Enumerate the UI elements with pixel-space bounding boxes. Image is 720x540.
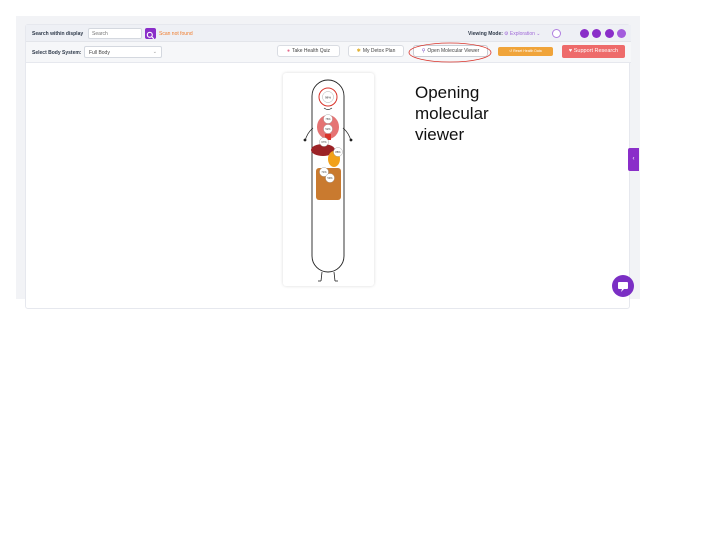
secondary-toolbar: Select Body System: Full Body ⌄ ● Take He… bbox=[26, 42, 631, 63]
viewing-mode-value: Exploration bbox=[509, 31, 535, 37]
organ-percent: 88% bbox=[335, 150, 341, 154]
annotation-line: Opening bbox=[415, 83, 480, 102]
detox-plan-label: My Detox Plan bbox=[362, 48, 396, 54]
quiz-icon: ● bbox=[286, 48, 290, 54]
more-icon[interactable] bbox=[617, 29, 626, 38]
take-quiz-button[interactable]: ● Take Health Quiz bbox=[277, 45, 340, 57]
body-system-value: Full Body bbox=[89, 50, 110, 56]
viewing-mode-label: Viewing Mode: bbox=[468, 31, 503, 37]
layers-icon[interactable] bbox=[552, 29, 561, 38]
brain-icon[interactable] bbox=[580, 29, 589, 38]
organ-percent: 59% bbox=[327, 176, 333, 180]
top-toolbar: Search within display Scan not found Vie… bbox=[26, 25, 631, 42]
support-research-button[interactable]: ♥ Support Research bbox=[562, 45, 625, 58]
viewing-mode-select[interactable]: ⚙ Exploration ⌄ bbox=[504, 31, 540, 37]
body-system-label: Select Body System: bbox=[32, 50, 82, 56]
organ-percent: 67% bbox=[321, 140, 327, 144]
chevron-left-icon: ‹ bbox=[632, 156, 635, 162]
chat-button[interactable] bbox=[612, 275, 634, 297]
chevron-down-icon: ⌄ bbox=[534, 31, 541, 37]
chat-icon bbox=[618, 282, 628, 292]
search-button[interactable] bbox=[145, 28, 156, 40]
link-icon[interactable] bbox=[605, 29, 614, 38]
organ-percent: 52% bbox=[325, 127, 331, 131]
support-research-label: Support Research bbox=[573, 48, 619, 54]
panel-frame: Search within display Scan not found Vie… bbox=[25, 24, 631, 309]
body-figure-card: 98% 76% 52% 67% 88% 71% 59% bbox=[283, 73, 374, 286]
annotation-line: viewer bbox=[415, 125, 465, 144]
body-system-select[interactable]: Full Body ⌄ bbox=[84, 46, 162, 58]
detox-plan-button[interactable]: ✱ My Detox Plan bbox=[348, 45, 404, 57]
search-input[interactable] bbox=[88, 28, 142, 39]
organ-percent: 76% bbox=[325, 117, 331, 121]
reset-health-data-label: Reset Health Data bbox=[513, 49, 542, 53]
organ-percent: 71% bbox=[321, 170, 327, 174]
search-label: Search within display bbox=[32, 31, 84, 37]
body-figure[interactable]: 98% 76% 52% 67% 88% 71% 59% bbox=[283, 73, 374, 286]
side-panel-toggle[interactable]: ‹ bbox=[628, 148, 639, 171]
annotation-line: molecular bbox=[415, 104, 489, 123]
take-quiz-label: Take Health Quiz bbox=[291, 48, 331, 54]
annotation-caption: Opening molecular viewer bbox=[415, 82, 489, 145]
search-icon bbox=[146, 31, 155, 40]
globe-icon[interactable] bbox=[592, 29, 601, 38]
organ-percent: 98% bbox=[325, 96, 331, 100]
reset-health-data-button[interactable]: ↺ Reset Health Data bbox=[498, 47, 553, 56]
status-text: Scan not found bbox=[159, 31, 193, 37]
highlight-ring bbox=[408, 42, 492, 63]
detox-icon: ✱ bbox=[356, 48, 361, 54]
chevron-down-icon: ⌄ bbox=[152, 49, 157, 55]
